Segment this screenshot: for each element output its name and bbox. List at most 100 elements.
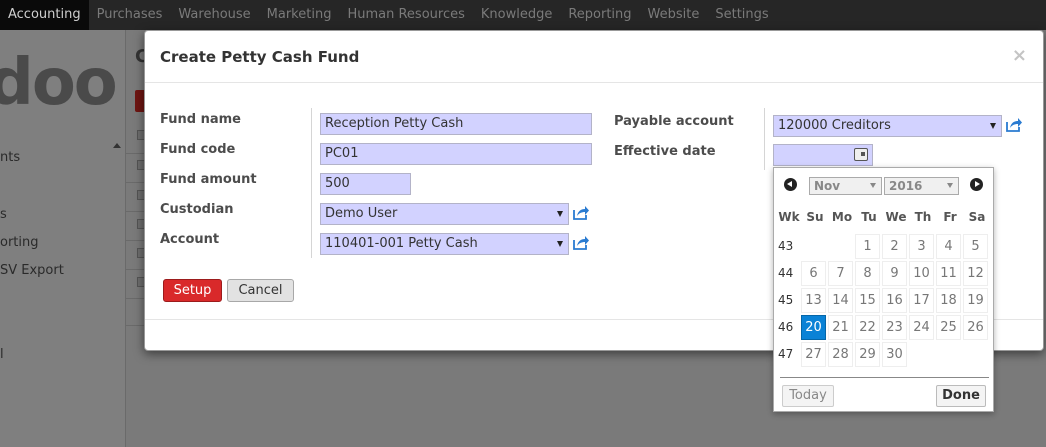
sidebar-link-fragment[interactable]: SV Export — [0, 263, 64, 278]
chevron-down-icon — [870, 183, 876, 188]
done-button[interactable]: Done — [936, 385, 986, 407]
custodian-select[interactable]: Demo User — [320, 203, 569, 225]
month-value: Nov — [814, 179, 841, 193]
calendar-day[interactable]: 3 — [909, 234, 934, 259]
calendar-day[interactable]: 5 — [963, 234, 988, 259]
calendar-day[interactable]: 9 — [882, 261, 907, 286]
calendar-day[interactable]: 23 — [882, 315, 907, 340]
calendar-day[interactable]: 22 — [855, 315, 880, 340]
calendar-day[interactable]: 27 — [801, 342, 826, 367]
weekday-header: Su — [806, 210, 824, 224]
calendar-day[interactable]: 6 — [801, 261, 826, 286]
payable-account-select[interactable]: 120000 Creditors — [773, 115, 1002, 137]
effective-date-label: Effective date — [614, 144, 716, 159]
sidebar-link-fragment[interactable]: l — [0, 347, 4, 362]
fund-name-input[interactable]: Reception Petty Cash — [320, 113, 592, 135]
calendar-day[interactable]: 13 — [801, 288, 826, 313]
table-row-divider — [126, 298, 146, 299]
datepicker-popup: Nov 2016 Wk Su Mo Tu We Th Fr Sa 43 1 2 3 4 5… — [773, 167, 994, 412]
calendar-day[interactable]: 16 — [882, 288, 907, 313]
cancel-button[interactable]: Cancel — [227, 279, 294, 302]
menu-marketing[interactable]: Marketing — [259, 0, 340, 30]
week-number: 43 — [778, 239, 794, 253]
next-month-icon[interactable] — [970, 178, 983, 191]
setup-button[interactable]: Setup — [163, 279, 222, 302]
table-row-divider — [126, 211, 146, 212]
calendar-day[interactable]: 26 — [963, 315, 988, 340]
chevron-down-icon — [557, 211, 563, 217]
calendar-day[interactable]: 10 — [909, 261, 934, 286]
calendar-icon[interactable] — [854, 148, 868, 161]
datepicker-divider — [780, 377, 989, 378]
fund-name-label: Fund name — [160, 112, 241, 127]
table-row-divider — [126, 182, 146, 183]
fund-code-label: Fund code — [160, 142, 236, 157]
year-select[interactable]: 2016 — [884, 177, 959, 195]
calendar-day[interactable]: 25 — [936, 315, 961, 340]
menu-reporting[interactable]: Reporting — [560, 0, 639, 30]
today-button[interactable]: Today — [782, 385, 834, 407]
menu-website[interactable]: Website — [640, 0, 708, 30]
calendar-day[interactable]: 2 — [882, 234, 907, 259]
external-link-icon[interactable] — [572, 235, 590, 251]
calendar-day[interactable]: 17 — [909, 288, 934, 313]
account-value: 110401-001 Petty Cash — [325, 236, 478, 251]
menu-purchases[interactable]: Purchases — [89, 0, 171, 30]
calendar-day[interactable]: 7 — [828, 261, 853, 286]
calendar-day[interactable]: 24 — [909, 315, 934, 340]
label-divider — [311, 108, 312, 258]
calendar-day[interactable]: 30 — [882, 342, 907, 367]
week-number: 44 — [778, 266, 794, 280]
month-select[interactable]: Nov — [809, 177, 882, 195]
payable-account-value: 120000 Creditors — [778, 118, 891, 133]
chevron-down-icon — [947, 183, 953, 188]
external-link-icon[interactable] — [572, 205, 590, 221]
week-number-header: Wk — [778, 210, 800, 224]
custodian-label: Custodian — [160, 202, 234, 217]
calendar-day[interactable]: 11 — [936, 261, 961, 286]
dialog-header: Create Petty Cash Fund × — [145, 31, 1043, 83]
menu-settings[interactable]: Settings — [707, 0, 776, 30]
calendar-day-selected[interactable]: 20 — [801, 315, 826, 340]
calendar-day[interactable]: 21 — [828, 315, 853, 340]
fund-amount-label: Fund amount — [160, 172, 257, 187]
calendar-day[interactable]: 19 — [963, 288, 988, 313]
week-number: 45 — [778, 293, 794, 307]
menu-knowledge[interactable]: Knowledge — [473, 0, 560, 30]
label-divider — [764, 108, 765, 170]
chevron-down-icon — [557, 241, 563, 247]
calendar-day[interactable]: 14 — [828, 288, 853, 313]
prev-month-icon[interactable] — [784, 178, 797, 191]
table-row-divider — [126, 325, 146, 326]
weekday-header: Tu — [861, 210, 877, 224]
calendar-day[interactable]: 28 — [828, 342, 853, 367]
payable-account-label: Payable account — [614, 114, 734, 129]
calendar-day[interactable]: 4 — [936, 234, 961, 259]
week-number: 47 — [778, 347, 794, 361]
calendar-day[interactable]: 15 — [855, 288, 880, 313]
calendar-day[interactable]: 8 — [855, 261, 880, 286]
collapse-caret-icon[interactable] — [113, 143, 121, 148]
menu-human-resources[interactable]: Human Resources — [339, 0, 472, 30]
fund-code-input[interactable]: PC01 — [320, 143, 592, 165]
account-select[interactable]: 110401-001 Petty Cash — [320, 233, 569, 255]
weekday-header: Sa — [968, 210, 986, 224]
calendar-day[interactable]: 12 — [963, 261, 988, 286]
sidebar-link-fragment[interactable]: orting — [0, 235, 39, 250]
table-row-divider — [126, 240, 146, 241]
close-icon[interactable]: × — [1012, 45, 1027, 66]
fund-amount-input[interactable]: 500 — [320, 173, 411, 195]
calendar-day[interactable]: 18 — [936, 288, 961, 313]
menu-accounting[interactable]: Accounting — [0, 0, 89, 30]
effective-date-input[interactable] — [773, 144, 873, 166]
menu-warehouse[interactable]: Warehouse — [170, 0, 258, 30]
chevron-down-icon — [990, 123, 996, 129]
sidebar-link-fragment[interactable]: s — [0, 207, 7, 222]
calendar-day[interactable]: 29 — [855, 342, 880, 367]
table-row-divider — [126, 153, 146, 154]
sidebar-link-fragment[interactable]: nts — [0, 150, 20, 165]
external-link-icon[interactable] — [1005, 117, 1023, 133]
week-number: 46 — [778, 320, 794, 334]
year-value: 2016 — [889, 179, 923, 193]
calendar-day[interactable]: 1 — [855, 234, 880, 259]
